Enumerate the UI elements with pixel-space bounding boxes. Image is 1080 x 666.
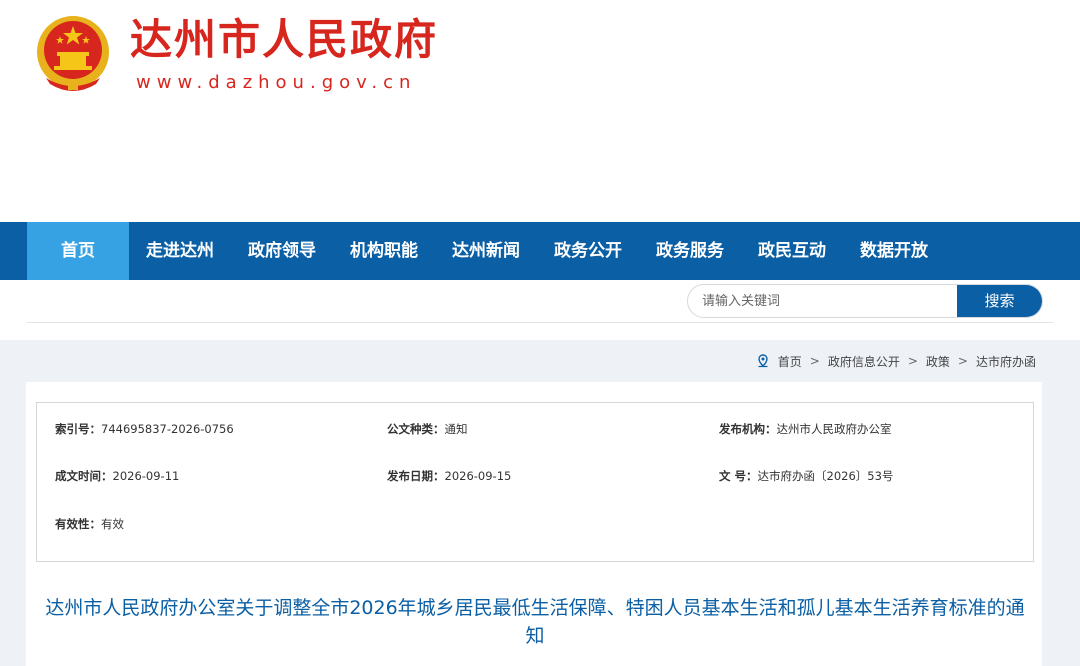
meta-doc-no: 文 号：达市府办函〔2026〕53号 [719,468,893,484]
meta-doc-no-label: 文 号： [719,469,758,483]
meta-doc-type-label: 公文种类： [387,422,445,436]
nav-item-news[interactable]: 达州新闻 [435,222,537,280]
nav-item-open-data[interactable]: 数据开放 [843,222,945,280]
nav-item-leaders[interactable]: 政府领导 [231,222,333,280]
site-url[interactable]: www.dazhou.gov.cn [136,72,416,94]
breadcrumb-separator: > [809,354,820,368]
meta-doc-type: 公文种类：通知 [387,421,468,437]
meta-created-value: 2026-09-11 [112,469,180,483]
meta-validity-value: 有效 [101,517,124,531]
document-title: 达州市人民政府办公室关于调整全市2026年城乡居民最低生活保障、特困人员基本生活… [45,597,1025,647]
meta-doc-no-value: 达市府办函〔2026〕53号 [757,469,894,483]
search-box: 搜索 [687,284,1043,318]
site-header: 达州市人民政府 www.dazhou.gov.cn [0,0,1080,220]
meta-index-no-value: 744695837-2026-0756 [101,422,234,436]
meta-index-no: 索引号：744695837-2026-0756 [55,421,234,437]
nav-item-gov-info[interactable]: 政务公开 [537,222,639,280]
meta-created-label: 成文时间： [55,469,113,483]
breadcrumb-item-policy[interactable]: 政策 [926,353,950,370]
nav-item-agencies[interactable]: 机构职能 [333,222,435,280]
meta-issuer-label: 发布机构： [719,422,777,436]
meta-issuer: 发布机构：达州市人民政府办公室 [719,421,892,437]
meta-created: 成文时间：2026-09-11 [55,468,179,484]
site-title[interactable]: 达州市人民政府 [130,14,438,66]
main-nav: 首页 走进达州 政府领导 机构职能 达州新闻 政务公开 政务服务 政民互动 数据… [0,222,1080,280]
meta-published-value: 2026-09-15 [444,469,512,483]
national-emblem-icon[interactable] [32,12,114,96]
meta-published: 发布日期：2026-09-15 [387,468,511,484]
meta-validity: 有效性：有效 [55,516,124,532]
location-pin-icon [758,354,768,368]
breadcrumb-item-category[interactable]: 达市府办函 [976,353,1036,370]
nav-item-services[interactable]: 政务服务 [639,222,741,280]
breadcrumb-separator: > [907,354,918,368]
breadcrumb-item-gov-info[interactable]: 政府信息公开 [828,353,900,370]
breadcrumb: 首页 > 政府信息公开 > 政策 > 达市府办函 [756,352,1036,370]
breadcrumb-item-home[interactable]: 首页 [778,353,802,370]
document-meta-table: 索引号：744695837-2026-0756 公文种类：通知 发布机构：达州市… [36,402,1034,562]
nav-item-interaction[interactable]: 政民互动 [741,222,843,280]
meta-issuer-value: 达州市人民政府办公室 [776,422,892,436]
nav-item-home[interactable]: 首页 [27,222,129,280]
meta-index-no-label: 索引号： [55,422,101,436]
meta-published-label: 发布日期： [387,469,445,483]
breadcrumb-separator: > [957,354,968,368]
meta-validity-label: 有效性： [55,517,101,531]
meta-doc-type-value: 通知 [444,422,468,436]
search-button[interactable]: 搜索 [957,285,1042,317]
nav-item-about[interactable]: 走进达州 [129,222,231,280]
search-input[interactable] [688,285,958,317]
search-bar: 搜索 [27,280,1053,323]
